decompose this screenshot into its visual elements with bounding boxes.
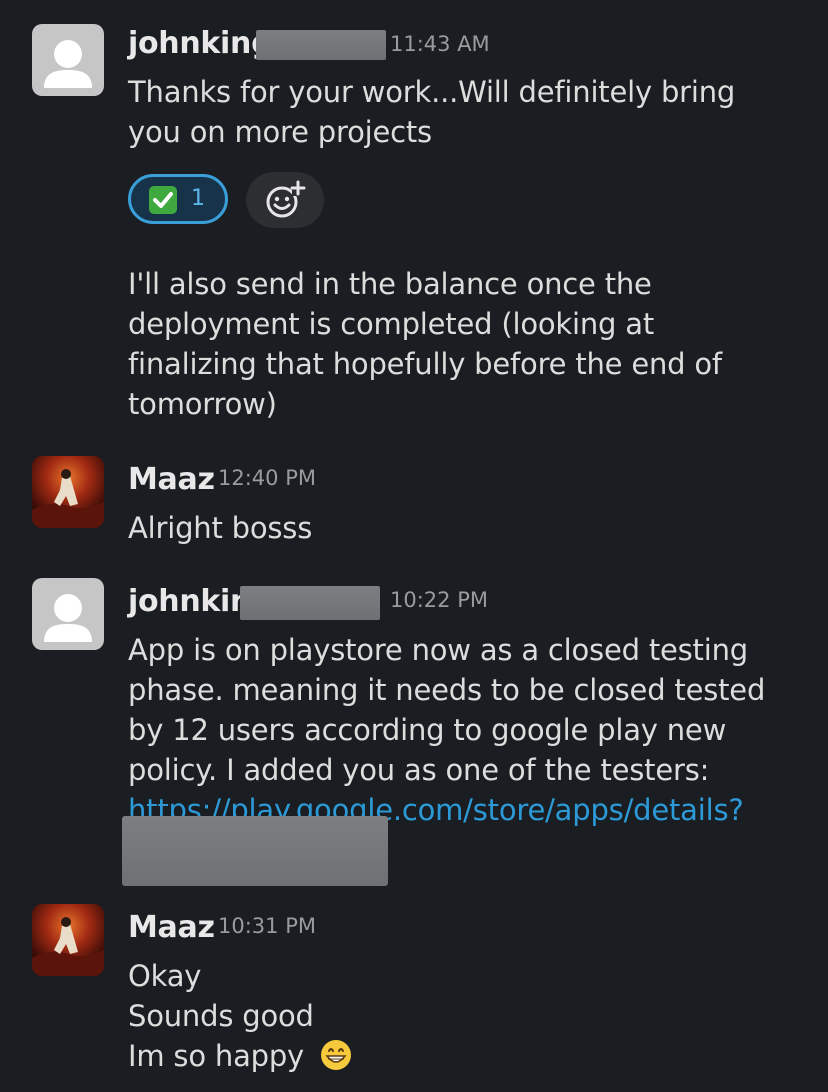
message-line: Thanks for your work...Will definitely b… (128, 75, 736, 109)
message-text: Thanks for your work...Will definitely b… (128, 72, 735, 152)
message-line: you on more projects (128, 115, 432, 149)
message-line: tomorrow) (128, 387, 277, 421)
white-check-mark-icon (149, 186, 177, 214)
default-user-icon (44, 40, 92, 88)
message-line: I'll also send in the balance once the (128, 267, 652, 301)
profile-photo-icon (32, 469, 104, 528)
message-line: App is on playstore now as a closed test… (128, 633, 748, 667)
add-emoji-icon (266, 180, 306, 218)
message-line: Okay (128, 959, 202, 993)
default-user-icon (44, 594, 92, 642)
message-line: Alright bosss (128, 511, 313, 545)
grinning-face-icon (321, 1040, 352, 1070)
message-text: App is on playstore now as a closed test… (128, 630, 765, 830)
author-name[interactable]: johnkin (128, 584, 251, 619)
redacted-link (122, 816, 388, 886)
message-text: Alright bosss (128, 508, 312, 548)
message-line: policy. I added you as one of the tester… (128, 753, 710, 787)
message-line: Im so happy (128, 1036, 353, 1076)
profile-photo-icon (32, 917, 104, 976)
message-line: phase. meaning it needs to be closed tes… (128, 673, 766, 707)
message-text-followup: I'll also send in the balance once the d… (128, 264, 722, 424)
message-text: Okay Sounds good Im so happy (128, 956, 353, 1076)
avatar-maaz[interactable] (32, 456, 104, 528)
author-name[interactable]: Maaz (128, 910, 215, 945)
message-line-text: Im so happy (128, 1039, 305, 1073)
message-line: deployment is completed (looking at (128, 307, 655, 341)
timestamp[interactable]: 11:43 AM (390, 32, 490, 56)
avatar-johnkin[interactable] (32, 578, 104, 650)
avatar-maaz[interactable] (32, 904, 104, 976)
add-reaction-button[interactable] (246, 172, 324, 228)
message-line: by 12 users according to google play new (128, 713, 727, 747)
message-line: Sounds good (128, 999, 314, 1033)
timestamp[interactable]: 10:31 PM (218, 914, 316, 938)
timestamp[interactable]: 12:40 PM (218, 466, 316, 490)
avatar-johnking[interactable] (32, 24, 104, 96)
timestamp[interactable]: 10:22 PM (390, 588, 488, 612)
reaction-count: 1 (191, 186, 205, 211)
reaction-check-button[interactable]: 1 (128, 174, 228, 224)
redacted-username (240, 586, 380, 620)
author-name[interactable]: johnking (128, 26, 273, 61)
redacted-username (256, 30, 386, 60)
message-line: finalizing that hopefully before the end… (128, 347, 722, 381)
author-name[interactable]: Maaz (128, 462, 215, 497)
